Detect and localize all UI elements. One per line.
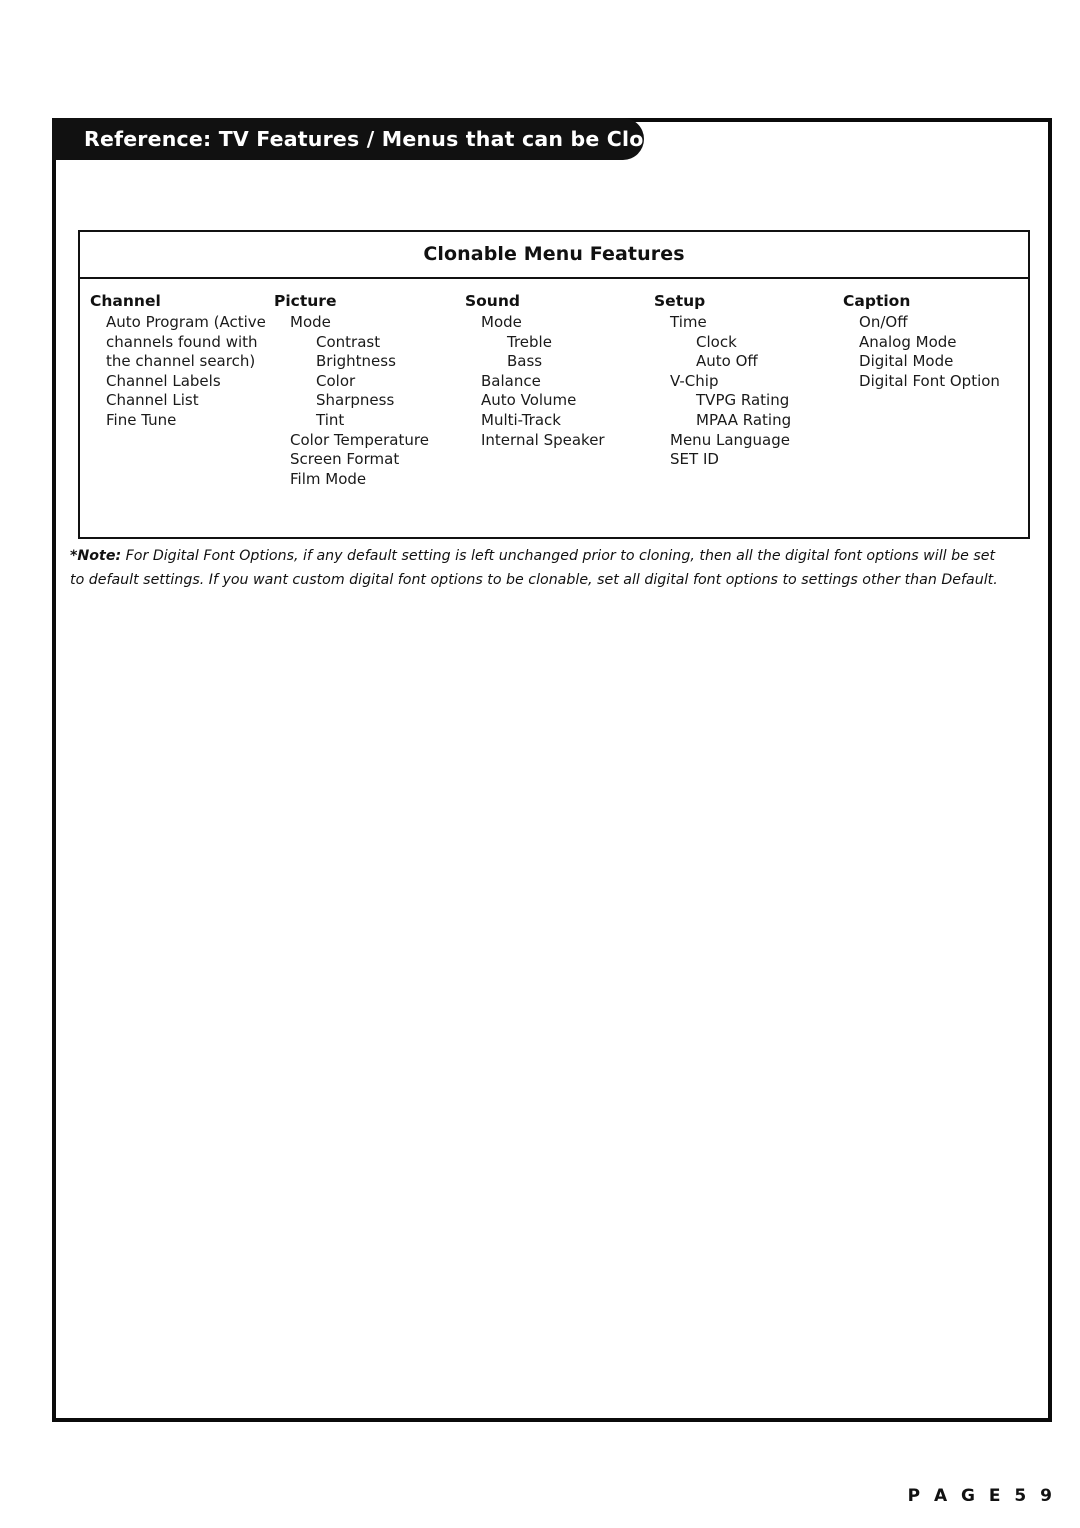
list-item: Channel List bbox=[106, 391, 199, 410]
column-header-sound: Sound bbox=[465, 292, 520, 310]
list-item: Color Temperature bbox=[290, 430, 429, 449]
list-item: On/Off bbox=[859, 313, 908, 331]
footnote-body: For Digital Font Options, if any default… bbox=[70, 548, 998, 588]
footnote: *Note: For Digital Font Options, if any … bbox=[70, 544, 1010, 592]
list-item: Internal Speaker bbox=[481, 430, 605, 449]
list-item: Color bbox=[316, 371, 356, 390]
list-item: Auto Program (Active bbox=[106, 313, 266, 331]
table-column-caption: Caption On/Off Analog Mode Digital Mode … bbox=[833, 291, 1028, 537]
table-column-setup: Setup Time Clock Auto Off V-Chip TVPG Ra… bbox=[644, 291, 833, 537]
page-title: Reference: TV Features / Menus that can … bbox=[84, 127, 688, 151]
list-item: Treble bbox=[507, 332, 552, 351]
list-item: Channel Labels bbox=[106, 371, 221, 390]
list-item: Balance bbox=[481, 371, 541, 390]
list-item: Menu Language bbox=[670, 430, 790, 449]
column-header-setup: Setup bbox=[654, 292, 706, 310]
list-item: Clock bbox=[696, 332, 737, 351]
list-item: SET ID bbox=[670, 450, 719, 469]
list-item: MPAA Rating bbox=[696, 410, 792, 429]
list-item: the channel search) bbox=[106, 352, 256, 371]
list-item: Digital Mode bbox=[859, 352, 954, 371]
list-item: Tint bbox=[316, 410, 345, 429]
list-item: Fine Tune bbox=[106, 410, 177, 429]
list-item: Screen Format bbox=[290, 450, 400, 469]
table-caption: Clonable Menu Features bbox=[80, 232, 1028, 279]
clonable-menu-features-table: Clonable Menu Features Channel Auto Prog… bbox=[78, 230, 1030, 539]
list-item: Contrast bbox=[316, 332, 381, 351]
list-item: Bass bbox=[507, 352, 543, 371]
footnote-label: *Note: bbox=[70, 548, 122, 564]
list-item: TVPG Rating bbox=[696, 391, 790, 410]
table-columns-container: Channel Auto Program (Active channels fo… bbox=[80, 279, 1028, 537]
list-item: Multi-Track bbox=[481, 410, 561, 429]
section-header-banner: Reference: TV Features / Menus that can … bbox=[52, 118, 687, 160]
list-item: Mode bbox=[481, 313, 522, 331]
table-column-channel: Channel Auto Program (Active channels fo… bbox=[80, 291, 266, 537]
column-header-picture: Picture bbox=[274, 292, 337, 310]
list-item: Auto Volume bbox=[481, 391, 577, 410]
list-item: channels found with bbox=[106, 332, 258, 351]
table-column-sound: Sound Mode Treble Bass Balance Auto Volu… bbox=[455, 291, 644, 537]
column-header-channel: Channel bbox=[90, 292, 161, 310]
list-item: Brightness bbox=[316, 352, 396, 371]
list-item: Analog Mode bbox=[859, 332, 957, 351]
list-item: Auto Off bbox=[696, 352, 758, 371]
list-item: Time bbox=[670, 313, 707, 331]
table-column-picture: Picture Mode Contrast Brightness Color S… bbox=[264, 291, 455, 537]
list-item: Mode bbox=[290, 313, 331, 331]
column-header-caption: Caption bbox=[843, 292, 911, 310]
list-item: Digital Font Option bbox=[859, 371, 1000, 390]
list-item: Sharpness bbox=[316, 391, 395, 410]
page-number: P A G E 5 9 bbox=[907, 1486, 1056, 1506]
list-item: Film Mode bbox=[290, 469, 367, 488]
list-item: V-Chip bbox=[670, 371, 719, 390]
